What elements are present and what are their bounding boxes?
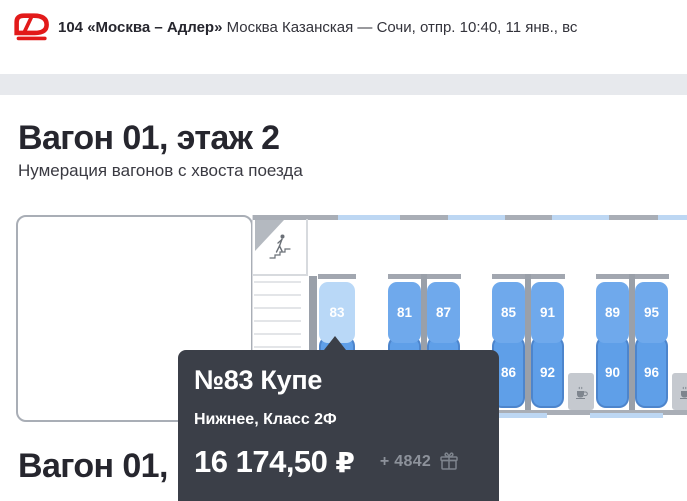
stair-step (254, 307, 301, 309)
car-numbering-note: Нумерация вагонов с хвоста поезда (18, 161, 303, 181)
seat-89[interactable]: 89 (596, 282, 629, 343)
stairs-person-icon (266, 231, 296, 263)
stair-step (254, 333, 301, 335)
seat-96[interactable]: 96 (635, 336, 668, 408)
tooltip-currency: ₽ (335, 446, 354, 479)
stair-step (254, 281, 301, 283)
gift-icon (439, 452, 459, 472)
rzd-logo-icon (13, 10, 53, 45)
teacup-icon (677, 384, 687, 400)
window (448, 215, 505, 220)
window (658, 215, 687, 220)
stair-step (254, 346, 301, 348)
seat-95[interactable]: 95 (635, 282, 668, 343)
seat-number: 95 (644, 305, 659, 320)
seat-number: 96 (644, 365, 659, 380)
train-header: 104 «Москва – Адлер» Москва Казанская — … (58, 19, 577, 36)
seat-83-hovered[interactable]: 83 (319, 282, 355, 343)
seat-number: 87 (436, 305, 451, 320)
next-car-title: Вагон 01, (18, 449, 168, 485)
stairs-divider-line (253, 274, 308, 276)
car-title: Вагон 01, этаж 2 (18, 121, 279, 157)
train-number-name: 104 «Москва – Адлер» (58, 19, 222, 36)
header-separator-band (0, 74, 687, 95)
seat-92[interactable]: 92 (531, 336, 564, 408)
seat-number: 83 (329, 305, 344, 320)
teacup-icon (573, 384, 589, 400)
tooltip-price: 16 174,50 (194, 444, 327, 480)
train-route-details: Москва Казанская — Сочи, отпр. 10:40, 11… (227, 19, 578, 36)
seat-91[interactable]: 91 (531, 282, 564, 343)
tooltip-seat-class: Нижнее, Класс 2Ф (194, 411, 499, 429)
seat-85[interactable]: 85 (492, 282, 525, 343)
seat-90[interactable]: 90 (596, 336, 629, 408)
train-car-scheme-page: 104 «Москва – Адлер» Москва Казанская — … (0, 0, 687, 501)
window (338, 215, 400, 220)
window (552, 215, 609, 220)
window (590, 413, 663, 418)
stair-step (254, 294, 301, 296)
tooltip-seat-title: №83 Купе (194, 365, 499, 396)
seat-81[interactable]: 81 (388, 282, 421, 343)
tea-table (672, 373, 687, 410)
tooltip-price-row: 16 174,50 ₽ + 4842 (194, 444, 499, 480)
seat-tooltip: №83 Купе Нижнее, Класс 2Ф 16 174,50 ₽ + … (178, 350, 499, 501)
tooltip-bonus-points: + 4842 (380, 453, 431, 471)
stair-step (254, 320, 301, 322)
window (497, 413, 547, 418)
seat-number: 86 (501, 365, 516, 380)
seat-number: 85 (501, 305, 516, 320)
tea-table (568, 373, 594, 410)
seat-number: 92 (540, 365, 555, 380)
seat-number: 90 (605, 365, 620, 380)
seat-number: 81 (397, 305, 412, 320)
seat-number: 91 (540, 305, 555, 320)
seat-87[interactable]: 87 (427, 282, 460, 343)
seat-number: 89 (605, 305, 620, 320)
tooltip-arrow (324, 336, 346, 350)
stairs-divider-line (306, 219, 308, 275)
berth-shelf (318, 274, 356, 279)
